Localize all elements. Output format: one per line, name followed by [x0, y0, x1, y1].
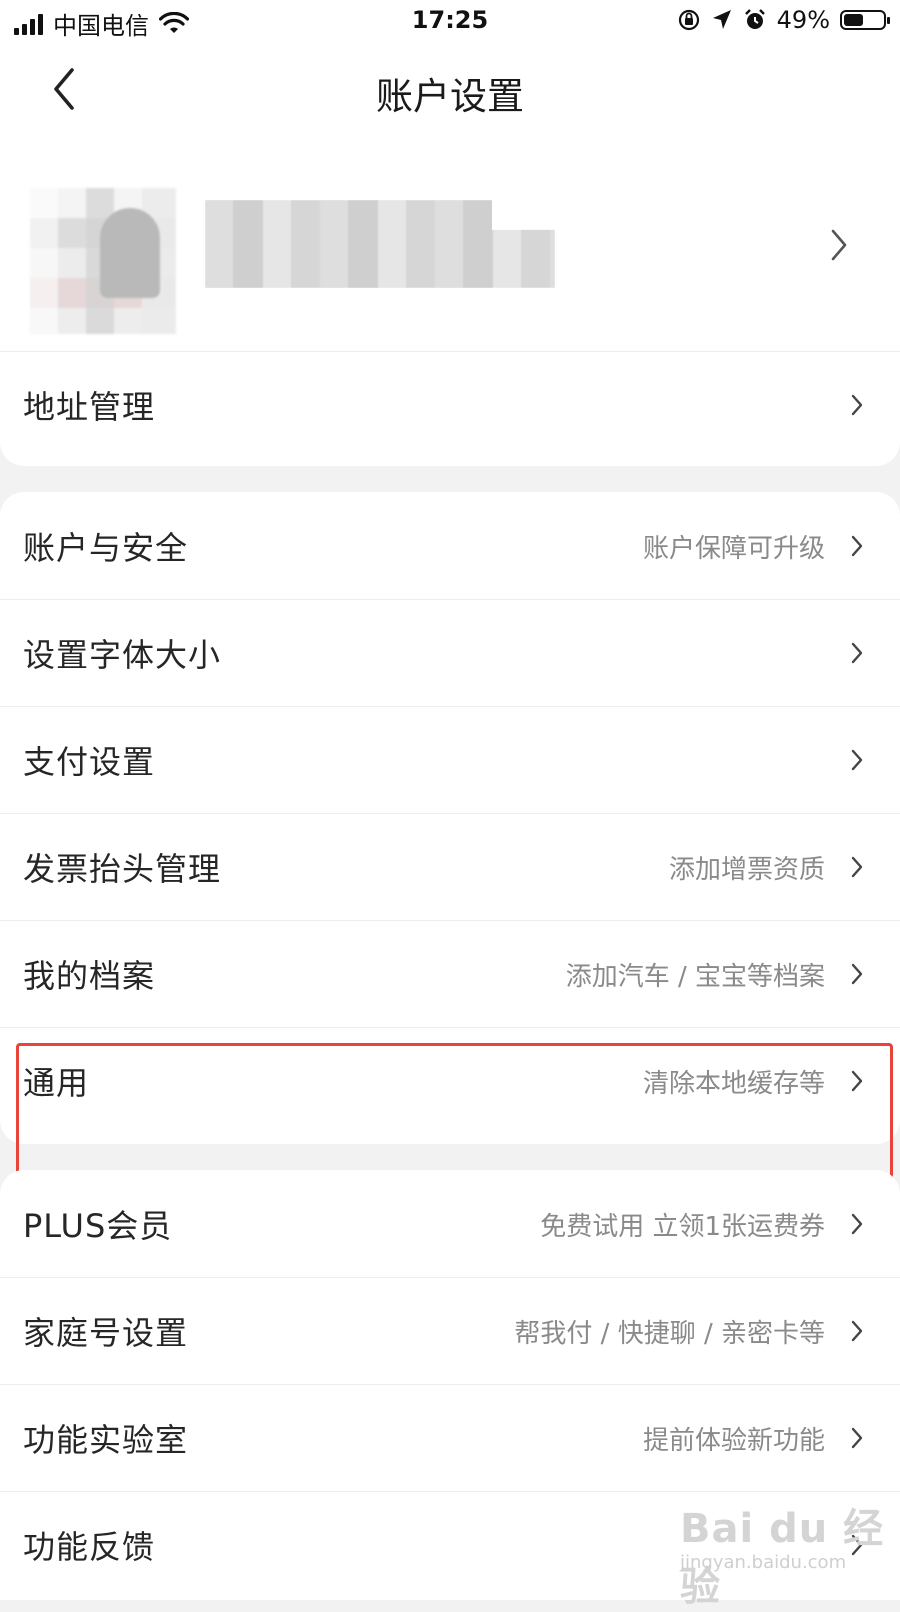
row-label: PLUS会员 — [23, 1207, 173, 1245]
chevron-right-icon — [851, 642, 863, 664]
settings-row-general[interactable]: 通用 清除本地缓存等 — [0, 1027, 900, 1135]
settings-row-profile-archive[interactable]: 我的档案 添加汽车 / 宝宝等档案 — [0, 920, 900, 1028]
row-divider — [0, 920, 900, 921]
chevron-right-icon — [831, 229, 847, 261]
settings-row-address[interactable]: 地址管理 — [0, 351, 900, 459]
settings-row-plus-member[interactable]: PLUS会员 免费试用 立领1张运费券 — [0, 1170, 900, 1278]
chevron-right-icon — [851, 749, 863, 771]
row-hint: 免费试用 立领1张运费券 — [540, 1212, 825, 1242]
chevron-right-icon — [851, 535, 863, 557]
row-label: 设置字体大小 — [23, 636, 222, 674]
chevron-right-icon — [851, 856, 863, 878]
settings-row-payment[interactable]: 支付设置 — [0, 706, 900, 814]
chevron-right-icon — [851, 394, 863, 416]
row-hint: 添加增票资质 — [668, 855, 825, 885]
row-label: 家庭号设置 — [23, 1314, 189, 1352]
page-title: 账户设置 — [376, 75, 524, 118]
user-name-blurred — [205, 200, 555, 288]
settings-row-invoice[interactable]: 发票抬头管理 添加增票资质 — [0, 813, 900, 921]
row-label: 发票抬头管理 — [23, 850, 222, 888]
settings-row-account-security[interactable]: 账户与安全 账户保障可升级 — [0, 492, 900, 600]
row-divider — [0, 1027, 900, 1028]
row-hint: 清除本地缓存等 — [642, 1069, 825, 1099]
alarm-icon — [744, 9, 765, 29]
profile-row[interactable] — [0, 136, 900, 356]
status-right: 49% — [677, 6, 890, 34]
nav-bar: 账户设置 — [0, 46, 900, 136]
row-hint: 账户保障可升级 — [642, 534, 825, 564]
status-bar: 中国电信 17:25 49% — [0, 0, 900, 46]
row-label: 支付设置 — [23, 743, 156, 781]
settings-row-lab[interactable]: 功能实验室 提前体验新功能 — [0, 1384, 900, 1492]
row-label: 我的档案 — [23, 957, 156, 995]
chevron-right-icon — [851, 1213, 863, 1235]
row-label: 地址管理 — [23, 388, 156, 426]
row-label: 功能实验室 — [23, 1421, 189, 1459]
row-label: 功能反馈 — [23, 1528, 156, 1566]
baidu-watermark: Bai du 经验 jingyan.baidu.com — [676, 1490, 896, 1610]
chevron-right-icon — [851, 1320, 863, 1342]
avatar — [30, 188, 176, 334]
watermark-url: jingyan.baidu.com — [680, 1552, 847, 1573]
chevron-right-icon — [851, 1070, 863, 1092]
battery-fill — [844, 14, 863, 26]
settings-row-family[interactable]: 家庭号设置 帮我付 / 快捷聊 / 亲密卡等 — [0, 1277, 900, 1385]
row-divider — [0, 813, 900, 814]
row-divider — [0, 351, 900, 352]
row-divider — [0, 1384, 900, 1385]
battery-icon — [840, 10, 890, 30]
location-icon — [712, 10, 731, 29]
row-hint: 帮我付 / 快捷聊 / 亲密卡等 — [514, 1319, 825, 1349]
settings-group-main: 账户与安全 账户保障可升级 设置字体大小 支付设置 发票抬头管理 添加增票资质 … — [0, 492, 900, 1144]
profile-card: 地址管理 — [0, 136, 900, 466]
row-divider — [0, 1277, 900, 1278]
row-divider — [0, 706, 900, 707]
chevron-right-icon — [851, 1427, 863, 1449]
row-label: 通用 — [23, 1064, 90, 1102]
rotation-lock-icon — [678, 9, 699, 31]
settings-row-font-size[interactable]: 设置字体大小 — [0, 599, 900, 707]
row-divider — [0, 599, 900, 600]
chevron-right-icon — [851, 963, 863, 985]
row-hint: 提前体验新功能 — [642, 1426, 825, 1456]
row-label: 账户与安全 — [23, 529, 189, 567]
battery-percent: 49% — [776, 6, 830, 34]
row-hint: 添加汽车 / 宝宝等档案 — [565, 962, 825, 992]
